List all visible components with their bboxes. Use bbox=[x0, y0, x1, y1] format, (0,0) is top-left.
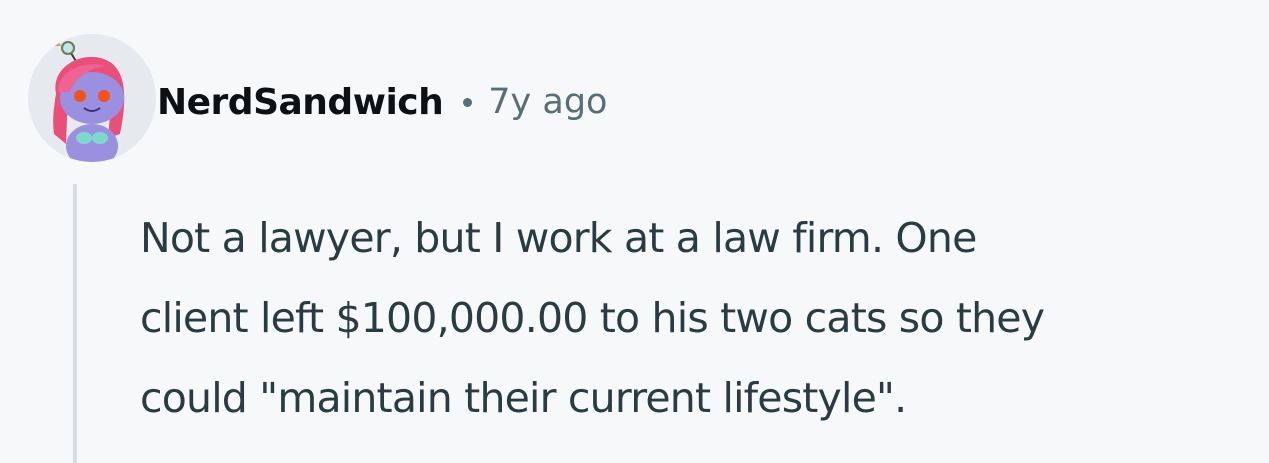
comment-body-line: client left $100,000.00 to his two cats … bbox=[140, 294, 1045, 342]
snoo-avatar-icon bbox=[28, 34, 156, 162]
comment-age[interactable]: 7y ago bbox=[488, 82, 607, 122]
separator-dot bbox=[463, 97, 473, 107]
comment-body: Not a lawyer, but I work at a law firm. … bbox=[140, 198, 1265, 438]
comment-header: NerdSandwich 7y ago bbox=[157, 74, 607, 130]
comment-body-line: Not a lawyer, but I work at a law firm. … bbox=[140, 214, 977, 262]
comment-body-line: could "maintain their current lifestyle"… bbox=[140, 374, 907, 422]
thread-line[interactable] bbox=[73, 184, 77, 463]
comment: NerdSandwich 7y ago Not a lawyer, but I … bbox=[0, 0, 1269, 463]
user-avatar[interactable] bbox=[28, 34, 156, 162]
author-username[interactable]: NerdSandwich bbox=[157, 82, 444, 123]
